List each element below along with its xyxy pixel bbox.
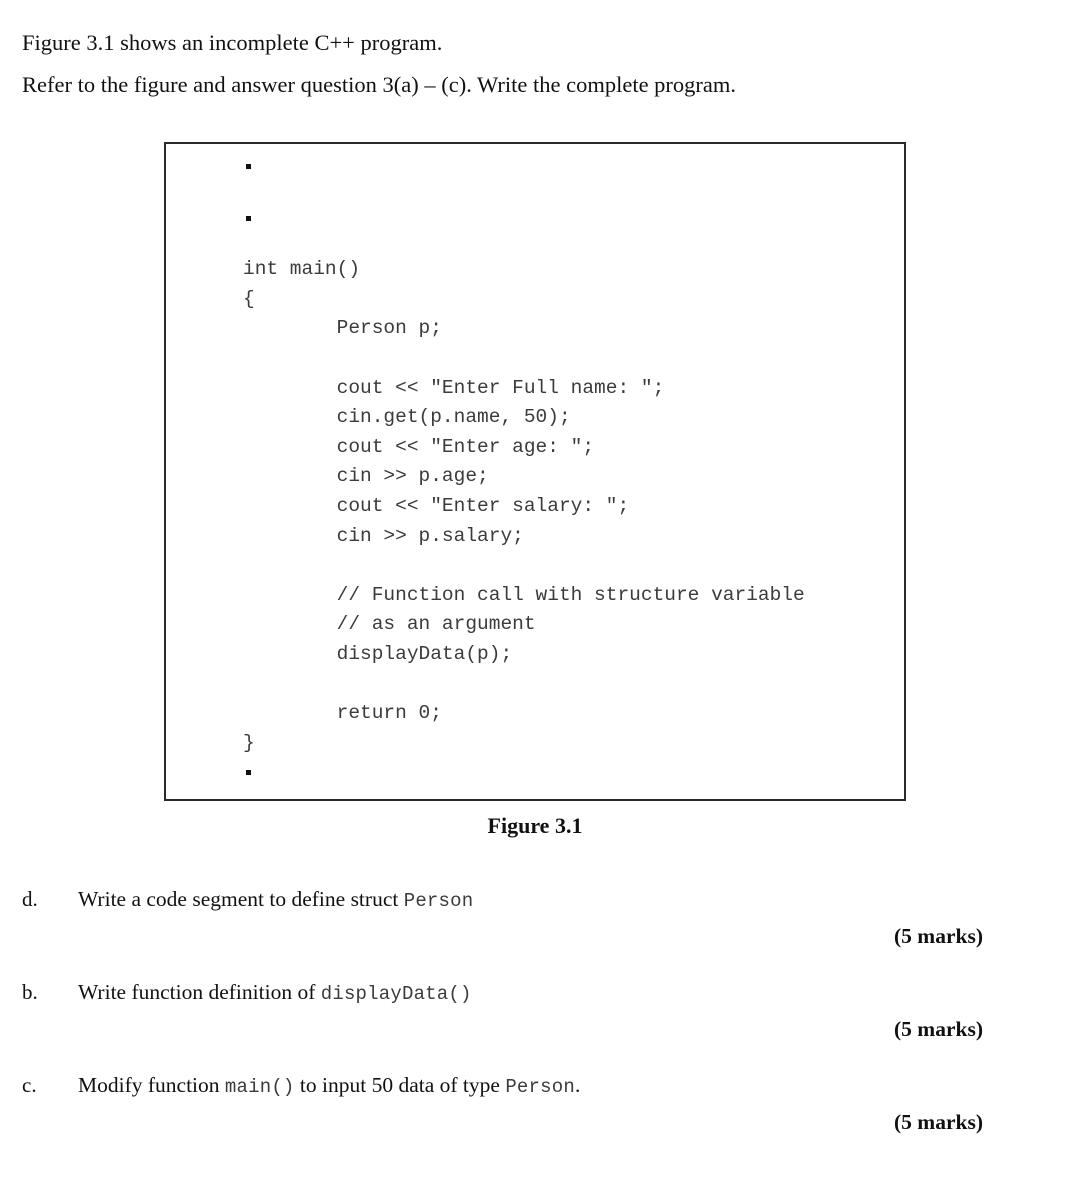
question-label: b. [22,980,38,1004]
code-line: cout << "Enter age: "; [243,435,595,458]
question-text-run: . [574,1073,581,1097]
code-line: cin >> p.salary; [243,524,524,547]
question-text-run: Modify function [78,1073,225,1097]
question-text: Write function definition of displayData… [78,977,472,1009]
marks-label: (5 marks) [894,924,983,948]
inline-code: main() [224,1076,295,1098]
marks-row: (5 marks) [0,1017,1080,1042]
code-line: { [243,287,255,310]
figure-caption: Figure 3.1 [487,813,583,838]
code-ellipsis-dot [166,204,805,234]
intro-line-2: Refer to the figure and answer question … [22,72,737,97]
question-item: c. Modify function main() to input 50 dat… [0,1070,1080,1135]
figure-box: int main() { Person p; cout << "Enter Ful… [164,142,906,801]
question-list: d. Write a code segment to define struct … [0,884,1080,1163]
marks-row: (5 marks) [0,924,1080,949]
code-line: cout << "Enter salary: "; [243,494,630,517]
code-line: cin >> p.age; [243,465,489,488]
question-item: d. Write a code segment to define struct … [0,884,1080,949]
intro-paragraph: Figure 3.1 shows an incomplete C++ progr… [22,22,1042,106]
code-line: return 0; [243,702,442,725]
code-ellipsis-gap [166,788,805,799]
inline-code: Person [505,1076,575,1098]
question-text-run: to input 50 data of type [294,1073,506,1097]
code-ellipsis-gap [166,233,805,255]
code-line: cin.get(p.name, 50); [243,406,571,429]
code-line: int main() [243,258,361,281]
question-row: b. Write function definition of displayDa… [0,977,1080,1009]
question-label: c. [22,1073,37,1097]
code-line: } [243,731,255,754]
question-text-run: struct [350,887,404,911]
code-line: cout << "Enter Full name: "; [243,376,665,399]
code-ellipsis-gap [166,182,805,204]
code-line: // Function call with structure variable [243,583,805,606]
question-label: d. [22,887,38,911]
question-text: Modify function main() to input 50 data … [78,1070,580,1102]
code-line: Person p; [243,317,442,340]
question-row: d. Write a code segment to define struct … [0,884,1080,916]
marks-row: (5 marks) [0,1110,1080,1135]
marks-label: (5 marks) [894,1017,983,1041]
question-text-run: Write function definition of [78,980,321,1004]
intro-line-1: Figure 3.1 shows an incomplete C++ progr… [22,30,443,55]
question-row: c. Modify function main() to input 50 dat… [0,1070,1080,1102]
code-line: // as an argument [243,613,536,636]
question-item: b. Write function definition of displayDa… [0,977,1080,1042]
code-ellipsis-dot [166,758,805,788]
code-ellipsis-dot [166,152,805,182]
marks-label: (5 marks) [894,1110,983,1134]
code-line: displayData(p); [243,642,513,665]
question-text-run: Write a code segment to define [78,887,351,911]
inline-code: Person [403,890,474,912]
code-listing: int main() { Person p; cout << "Enter Ful… [166,144,805,799]
question-text: Write a code segment to define struct Pe… [78,884,473,916]
inline-code: displayData() [320,983,472,1005]
